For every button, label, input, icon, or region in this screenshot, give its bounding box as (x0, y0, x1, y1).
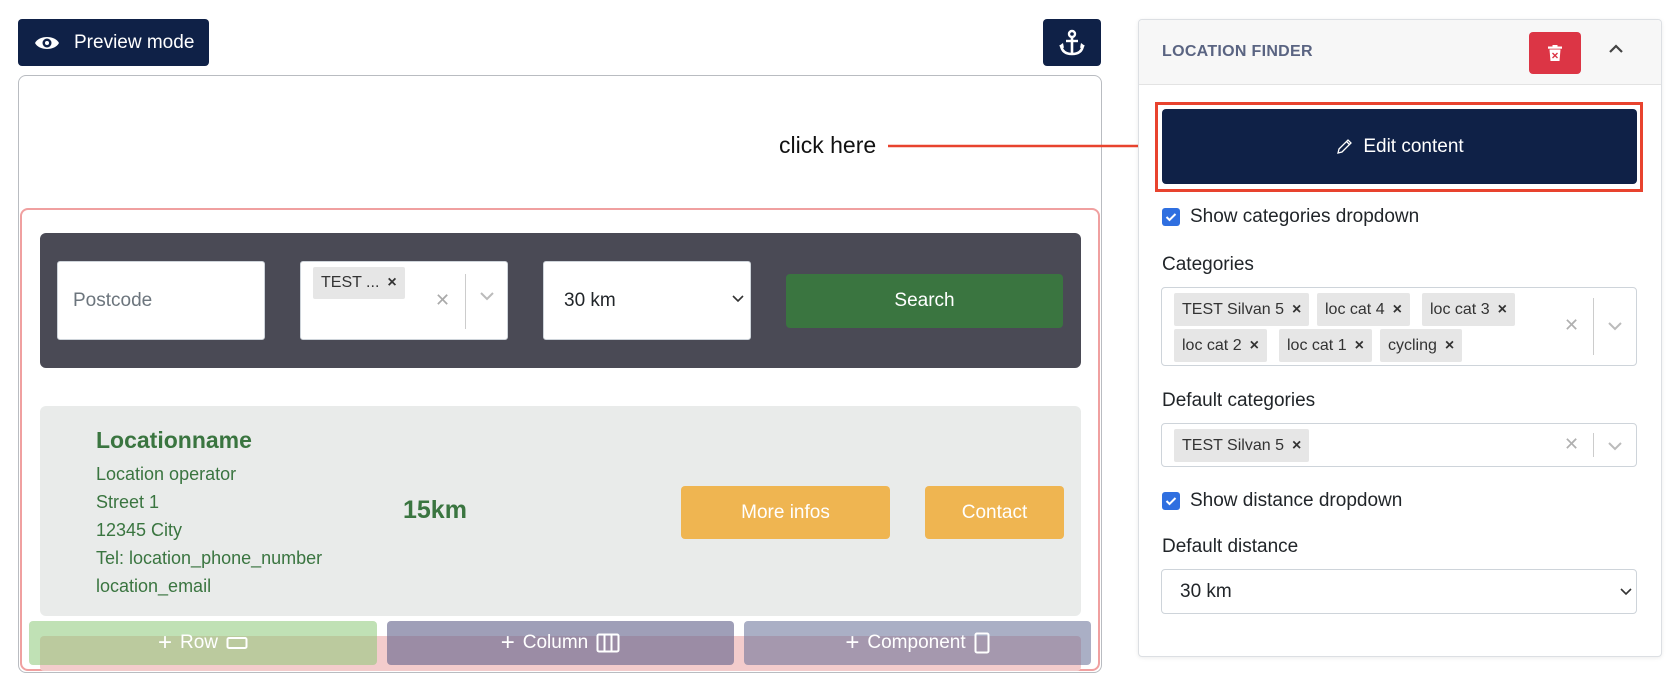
divider (465, 274, 466, 329)
click-here-hint: click here (779, 132, 877, 158)
plus-icon: + (157, 629, 172, 656)
location-street: Street 1 (96, 492, 160, 512)
component-icon (974, 632, 990, 654)
add-component-label: Component (867, 632, 966, 653)
clear-icon[interactable]: ✕ (1564, 434, 1579, 455)
add-column-button[interactable]: + Column (387, 621, 734, 665)
category-chip: loc cat 4 × (1317, 293, 1410, 326)
edit-content-label: Edit content (1363, 135, 1464, 157)
edit-content-button[interactable]: Edit content (1162, 109, 1637, 184)
default-distance-value: 30 km (1180, 580, 1232, 602)
category-chip: TEST ... × (313, 267, 405, 299)
plus-icon: + (500, 629, 515, 656)
close-icon[interactable]: × (387, 274, 396, 292)
trash-icon (1548, 45, 1562, 61)
add-row-label: Row (180, 632, 219, 653)
category-chip-label: TEST Silvan 5 (1182, 436, 1284, 454)
close-icon[interactable]: × (1250, 337, 1259, 355)
category-select[interactable]: TEST ... × ✕ (300, 261, 508, 340)
plus-icon: + (845, 629, 860, 656)
chevron-down-icon[interactable] (1607, 441, 1623, 451)
location-distance: 15km (403, 496, 467, 524)
category-chip: TEST Silvan 5 × (1174, 429, 1310, 462)
close-icon[interactable]: × (1498, 301, 1507, 319)
close-icon[interactable]: × (1393, 301, 1402, 319)
clear-icon[interactable]: ✕ (435, 290, 450, 311)
location-email: location_email (96, 576, 212, 596)
category-chip-label: cycling (1388, 336, 1437, 354)
panel-title: LOCATION FINDER (1162, 43, 1313, 60)
default-categories-label: Default categories (1162, 390, 1316, 411)
close-icon[interactable]: × (1445, 337, 1454, 355)
default-categories-multiselect[interactable]: TEST Silvan 5 × ✕ (1161, 423, 1637, 467)
categories-label: Categories (1162, 254, 1254, 275)
close-icon[interactable]: × (1355, 337, 1364, 355)
check-icon (1165, 213, 1177, 222)
eye-icon (35, 36, 59, 49)
preview-mode-label: Preview mode (74, 31, 195, 53)
distance-select[interactable]: 30 km (543, 261, 751, 340)
show-distance-toggle[interactable]: Show distance dropdown (1162, 490, 1402, 512)
category-chip: TEST Silvan 5 × (1174, 293, 1310, 326)
category-chip: loc cat 2 × (1174, 329, 1267, 362)
anchor-icon (1059, 29, 1085, 55)
default-distance-label: Default distance (1162, 536, 1299, 557)
columns-icon (596, 633, 620, 653)
clear-icon[interactable]: ✕ (1564, 315, 1579, 336)
category-chip-label: TEST Silvan 5 (1182, 300, 1284, 318)
categories-multiselect[interactable]: TEST Silvan 5 × loc cat 4 × loc cat 3 × … (1161, 287, 1637, 366)
arrow-annotation (888, 138, 1160, 154)
category-chip: loc cat 1 × (1279, 329, 1372, 362)
contact-button[interactable]: Contact (925, 486, 1064, 539)
location-name: Locationname (96, 427, 252, 453)
pencil-icon (1337, 138, 1353, 154)
delete-button[interactable] (1529, 32, 1581, 74)
category-chip: loc cat 3 × (1422, 293, 1515, 326)
chevron-up-icon[interactable] (1608, 44, 1624, 54)
more-infos-button[interactable]: More infos (681, 486, 890, 539)
category-chip-label: loc cat 2 (1182, 336, 1242, 354)
chevron-down-icon (1620, 588, 1632, 596)
postcode-input[interactable]: Postcode (57, 261, 265, 340)
row-icon (226, 637, 248, 649)
add-row-button[interactable]: + Row (29, 621, 377, 665)
category-chip-label: TEST ... (321, 274, 380, 291)
show-distance-checkbox[interactable] (1162, 492, 1180, 510)
location-city: 12345 City (96, 520, 183, 540)
close-icon[interactable]: × (1292, 437, 1301, 455)
divider (1593, 433, 1594, 457)
search-button[interactable]: Search (786, 274, 1063, 328)
category-chip-label: loc cat 3 (1430, 300, 1490, 318)
location-operator: Location operator (96, 464, 237, 484)
show-categories-label: Show categories dropdown (1190, 206, 1420, 227)
divider (1593, 298, 1594, 355)
show-categories-toggle[interactable]: Show categories dropdown (1162, 206, 1419, 228)
add-component-button[interactable]: + Component (744, 621, 1091, 665)
show-distance-label: Show distance dropdown (1190, 490, 1403, 511)
show-categories-checkbox[interactable] (1162, 208, 1180, 226)
add-column-label: Column (522, 632, 589, 653)
chevron-down-icon[interactable] (1607, 321, 1623, 331)
default-distance-select[interactable]: 30 km (1161, 569, 1637, 614)
anchor-button[interactable] (1043, 19, 1101, 66)
preview-mode-button[interactable]: Preview mode (18, 19, 209, 66)
category-chip-label: loc cat 1 (1287, 336, 1347, 354)
category-chip-label: loc cat 4 (1325, 300, 1385, 318)
location-phone: Tel: location_phone_number (96, 548, 323, 568)
check-icon (1165, 497, 1177, 506)
chevron-down-icon (732, 295, 744, 303)
chevron-down-icon[interactable] (479, 291, 495, 301)
distance-value: 30 km (564, 289, 616, 311)
category-chip: cycling × (1380, 329, 1463, 362)
close-icon[interactable]: × (1292, 301, 1301, 319)
